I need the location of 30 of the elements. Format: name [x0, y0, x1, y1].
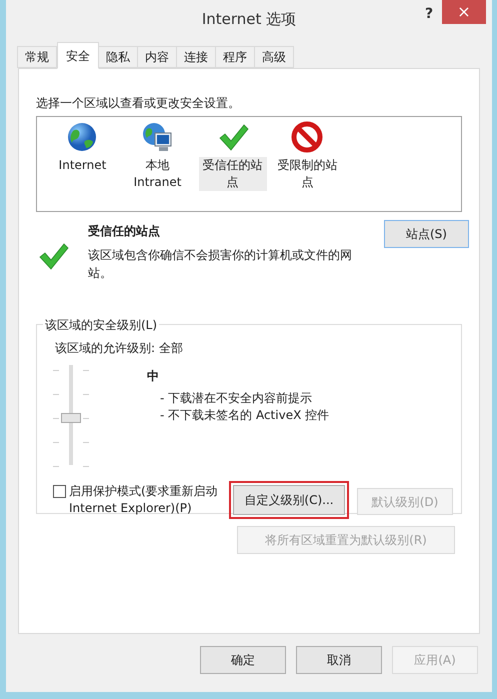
tab[interactable]: 连接	[176, 46, 216, 68]
allowed-level-text: 该区域的允许级别: 全部	[55, 340, 183, 357]
protected-mode-checkbox[interactable]	[53, 485, 66, 498]
tab[interactable]: 程序	[215, 46, 255, 68]
level-description: - 下载潜在不安全内容前提示	[160, 390, 312, 407]
slider-thumb[interactable]	[61, 413, 81, 423]
instruction-text: 选择一个区域以查看或更改安全设置。	[36, 95, 241, 112]
dialog-button[interactable]: 确定	[200, 646, 286, 674]
dialog-button[interactable]: 取消	[296, 646, 382, 674]
window-title: Internet 选项	[202, 8, 296, 30]
zone-item[interactable]: 受限制的站点	[274, 157, 342, 191]
sites-button[interactable]: 站点(S)	[384, 220, 469, 248]
tab[interactable]: 高级	[254, 46, 294, 68]
zone-item[interactable]: 受信任的站点	[198, 157, 266, 191]
close-button[interactable]: ×	[442, 0, 486, 24]
zone-item[interactable]: 本地 Intranet	[124, 157, 192, 191]
tab[interactable]: 常规	[17, 46, 57, 68]
help-button[interactable]: ?	[418, 2, 440, 26]
tab[interactable]: 内容	[137, 46, 177, 68]
zone-description: 该区域包含你确信不会损害你的计算机或文件的网站。	[88, 247, 353, 282]
no-entry-icon	[290, 121, 324, 155]
group-label: 该区域的安全级别(L)	[43, 316, 160, 334]
tab[interactable]: 安全	[57, 42, 99, 69]
protected-mode-label: 启用保护模式(要求重新启动 Internet Explorer)(P)	[69, 483, 219, 517]
custom-level-button[interactable]: 自定义级别(C)...	[233, 485, 345, 515]
level-name: 中	[147, 368, 159, 385]
level-description: - 不下载未签名的 ActiveX 控件	[160, 407, 330, 424]
zone-title: 受信任的站点	[88, 223, 160, 240]
zone-item[interactable]: Internet	[56, 157, 110, 174]
tab[interactable]: 隐私	[98, 46, 138, 68]
